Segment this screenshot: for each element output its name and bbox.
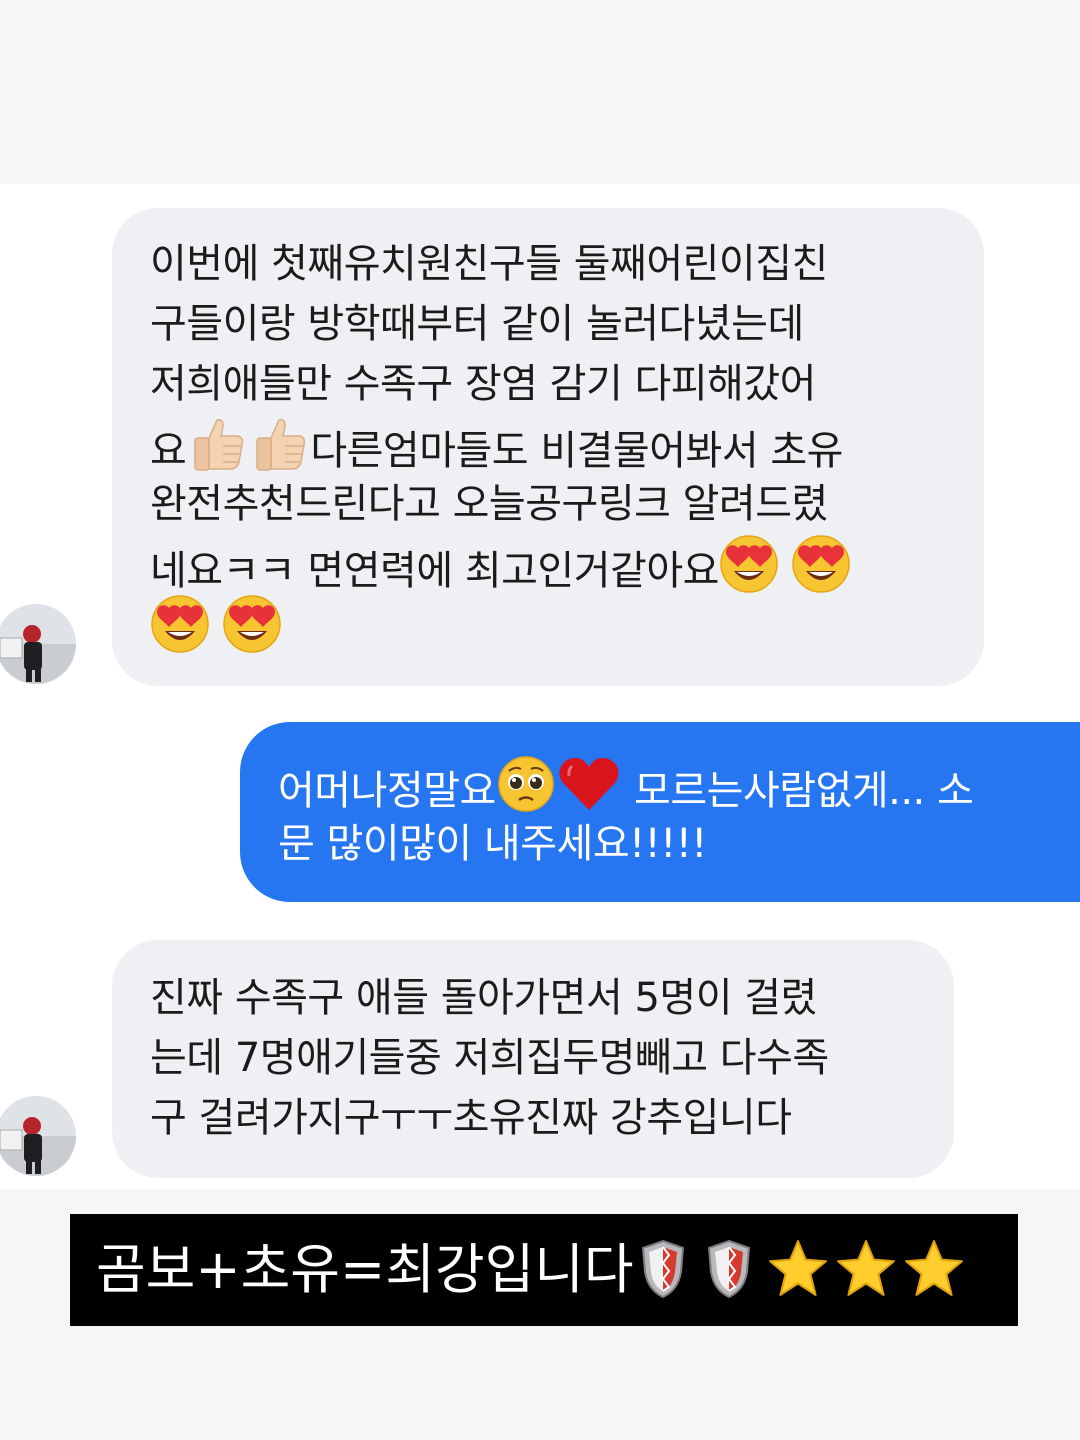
shield-icon [638,1238,688,1300]
star-icon [834,1238,898,1300]
message-line: 문 많이많이 내주세요!!!!! [278,821,707,867]
message-line-with-emoji: 요 다른엄마들도 비결물어봐서 초유 [150,414,984,474]
avatar[interactable] [0,1096,76,1176]
star-icon [902,1238,966,1300]
red-heart-icon [556,754,622,814]
message-text: 모르는사람없게... 소 [634,768,974,814]
message-line: 이번에 첫째유치원친구들 둘째어린이집친 [150,241,828,287]
chat-screen: 이번에 첫째유치원친구들 둘째어린이집친 구들이랑 방학때부터 같이 놀러다녔는… [0,0,1080,1440]
heart-eyes-icon [222,594,282,654]
message-text: 다른엄마들도 비결물어봐서 초유 [310,428,843,474]
message-line-with-emoji: 네요ㅋㅋ 면연력에 최고인거같아요 [150,534,984,594]
caption-bar: 곰보+초유=최강입니다 [70,1214,1018,1326]
star-icon [766,1238,830,1300]
message-bubble-outgoing[interactable]: 어머나정말요 모르는사람없게... 소 문 많이많이 내주세요!!!!! [240,722,1080,902]
message-bubble-incoming[interactable]: 진짜 수족구 애들 돌아가면서 5명이 걸렸 는데 7명애기들중 저희집두명빼고… [112,940,954,1178]
thumbs-up-icon [186,414,248,474]
avatar[interactable] [0,604,76,684]
message-line: 구들이랑 방학때부터 같이 놀러다녔는데 [150,301,804,347]
message-bubble-incoming[interactable]: 이번에 첫째유치원친구들 둘째어린이집친 구들이랑 방학때부터 같이 놀러다녔는… [112,208,984,686]
thumbs-up-icon [248,414,310,474]
heart-eyes-icon [150,594,210,654]
message-line: 구 걸려가지구ㅜㅜ초유진짜 강추입니다 [150,1095,792,1141]
heart-eyes-icon [791,534,851,594]
message-emoji-line [150,594,984,654]
caption-text: 곰보+초유=최강입니다 [96,1238,634,1301]
top-background [0,0,1080,184]
message-line: 저희애들만 수족구 장염 감기 다피해갔어 [150,361,816,407]
shield-icon [704,1238,754,1300]
message-line: 진짜 수족구 애들 돌아가면서 5명이 걸렸 [150,975,817,1021]
message-text: 요 [150,428,187,474]
message-text: 어머나정말요 [278,768,496,814]
message-line: 완전추천드린다고 오늘공구링크 알려드렸 [150,481,828,527]
pleading-face-icon [496,754,556,814]
message-line-with-emoji: 어머나정말요 모르는사람없게... 소 [278,754,1080,814]
heart-eyes-icon [719,534,779,594]
message-line: 는데 7명애기들중 저희집두명빼고 다수족 [150,1035,829,1081]
message-text: 네요ㅋㅋ 면연력에 최고인거같아요 [150,548,719,594]
